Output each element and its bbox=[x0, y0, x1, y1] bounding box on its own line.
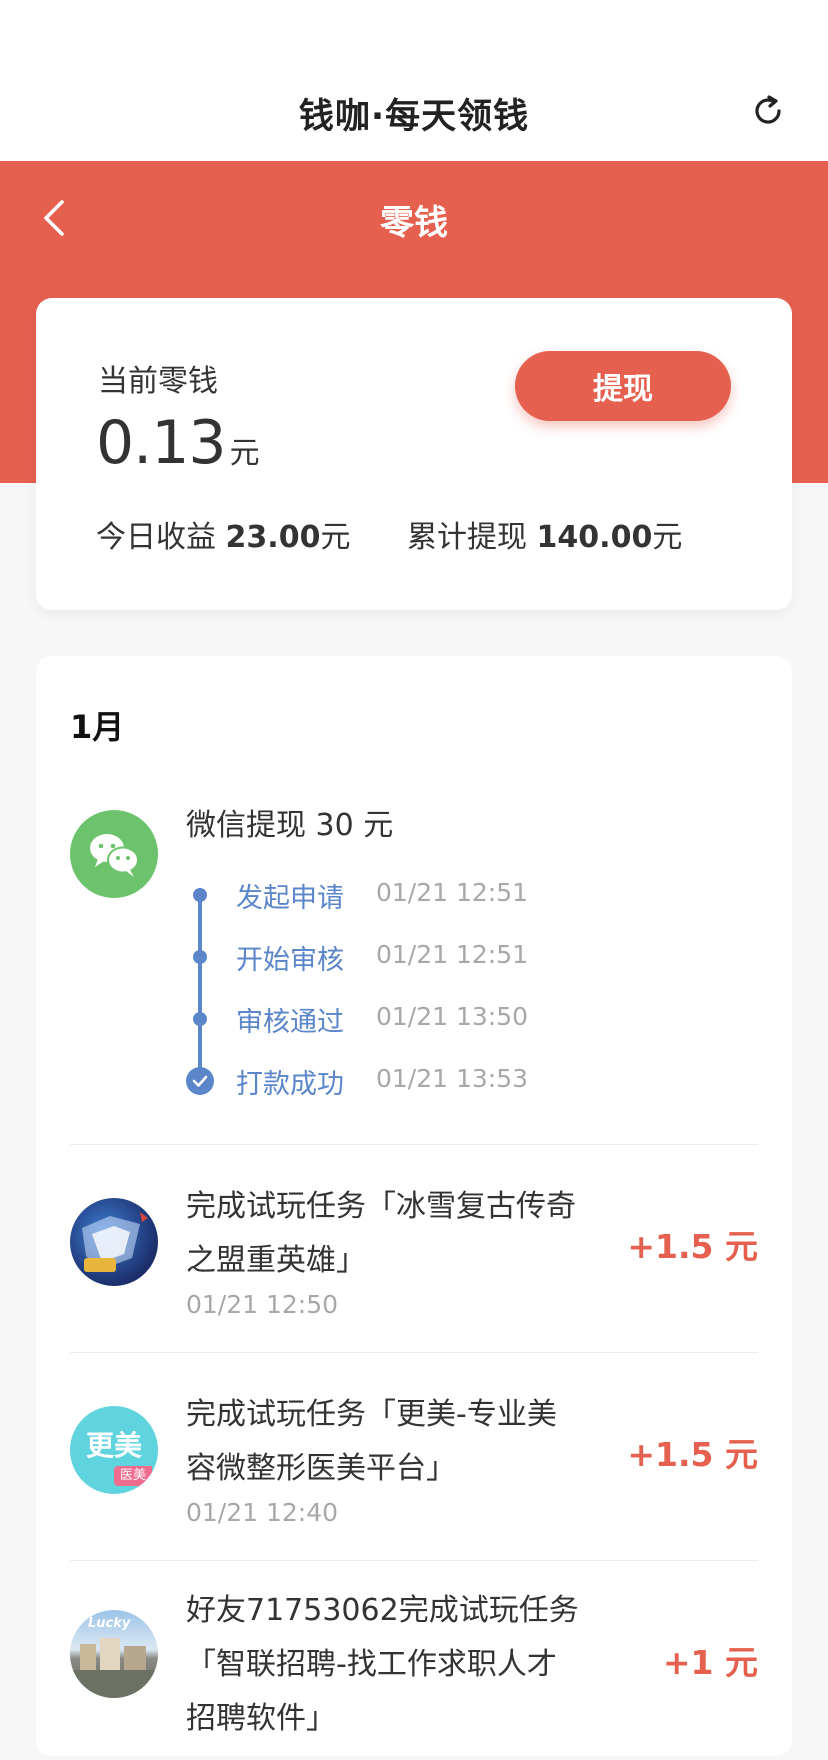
timeline-step: 开始审核 01/21 12:51 bbox=[186, 936, 686, 976]
task-time: 01/21 12:50 bbox=[186, 1290, 339, 1319]
timeline-step: 审核通过 01/21 13:50 bbox=[186, 998, 686, 1038]
task-amount: +1.5 元 bbox=[627, 1227, 758, 1266]
timeline-step-time: 01/21 13:50 bbox=[376, 1002, 529, 1031]
task-title: 完成试玩任务「冰雪复古传奇 之盟重英雄」 bbox=[186, 1180, 586, 1288]
timeline-step-label: 开始审核 bbox=[236, 945, 344, 976]
balance-value: 0.13 bbox=[96, 408, 227, 478]
page-title: 零钱 bbox=[380, 203, 448, 243]
timeline-dot bbox=[193, 1012, 207, 1026]
balance-card: 当前零钱 0.13 元 提现 今日收益 23.00元 累计提现 140.00元 bbox=[36, 298, 792, 610]
timeline-step-label: 审核通过 bbox=[236, 1007, 344, 1038]
total-withdrawn-label: 累计提现 bbox=[407, 520, 527, 555]
task-title-line: 「智联招聘-找工作求职人才 bbox=[186, 1647, 557, 1682]
timeline-line bbox=[198, 892, 202, 1078]
timeline-step-time: 01/21 12:51 bbox=[376, 940, 529, 969]
balance-label: 当前零钱 bbox=[98, 364, 218, 399]
task-title-line: 完成试玩任务「更美-专业美 bbox=[186, 1397, 557, 1432]
month-label: 1月 bbox=[70, 708, 125, 746]
records-card: 1月 微信提现 30 元 发起申请 01/21 12:51 开始审核 01/21… bbox=[36, 656, 792, 1756]
app-bar: 钱咖·每天领钱 bbox=[0, 0, 828, 161]
gengmei-icon: 更美 医美 bbox=[70, 1406, 158, 1494]
today-earnings-value: 23.00 bbox=[225, 520, 321, 555]
balance-unit: 元 bbox=[229, 436, 260, 471]
balance-amount: 0.13 元 bbox=[96, 408, 260, 478]
list-item[interactable]: 更美 医美 完成试玩任务「更美-专业美 容微整形医美平台」 01/21 12:4… bbox=[36, 1352, 792, 1552]
withdrawal-timeline: 发起申请 01/21 12:51 开始审核 01/21 12:51 审核通过 0… bbox=[186, 874, 686, 1134]
withdrawal-title: 微信提现 30 元 bbox=[186, 808, 394, 843]
today-earnings-unit: 元 bbox=[320, 520, 351, 555]
zhilian-icon: Lucky bbox=[70, 1610, 158, 1698]
gengmei-icon-badge: 医美 bbox=[114, 1466, 152, 1486]
timeline-step: 打款成功 01/21 13:53 bbox=[186, 1060, 686, 1100]
wechat-icon bbox=[70, 810, 158, 898]
zhilian-icon-text: Lucky bbox=[88, 1616, 131, 1631]
timeline-step-label: 发起申请 bbox=[236, 883, 344, 914]
app-title: 钱咖·每天领钱 bbox=[298, 97, 530, 137]
timeline-dot bbox=[193, 888, 207, 902]
check-icon bbox=[186, 1067, 214, 1095]
today-earnings-label: 今日收益 bbox=[96, 520, 216, 555]
timeline-dot bbox=[193, 950, 207, 964]
task-title-line: 招聘软件」 bbox=[186, 1701, 336, 1736]
game-icon bbox=[70, 1198, 158, 1286]
gengmei-icon-text: 更美 bbox=[85, 1429, 142, 1462]
timeline-step: 发起申请 01/21 12:51 bbox=[186, 874, 686, 914]
list-item[interactable]: 完成试玩任务「冰雪复古传奇 之盟重英雄」 01/21 12:50 +1.5 元 bbox=[36, 1144, 792, 1344]
total-withdrawn-unit: 元 bbox=[652, 520, 683, 555]
task-amount: +1 元 bbox=[662, 1643, 758, 1682]
task-title-line: 好友71753062完成试玩任务 bbox=[186, 1593, 579, 1628]
task-amount: +1.5 元 bbox=[627, 1435, 758, 1474]
total-withdrawn-value: 140.00 bbox=[536, 520, 653, 555]
refresh-icon[interactable] bbox=[748, 91, 788, 131]
withdraw-button[interactable]: 提现 bbox=[515, 351, 731, 421]
task-title: 完成试玩任务「更美-专业美 容微整形医美平台」 bbox=[186, 1388, 586, 1496]
task-title-line: 容微整形医美平台」 bbox=[186, 1451, 456, 1486]
timeline-step-time: 01/21 12:51 bbox=[376, 878, 529, 907]
today-earnings: 今日收益 23.00元 bbox=[96, 512, 350, 556]
task-title-line: 之盟重英雄」 bbox=[186, 1243, 366, 1278]
total-withdrawn: 累计提现 140.00元 bbox=[407, 512, 682, 556]
timeline-step-time: 01/21 13:53 bbox=[376, 1064, 529, 1093]
list-item[interactable]: Lucky 好友71753062完成试玩任务 「智联招聘-找工作求职人才 招聘软… bbox=[36, 1560, 792, 1760]
task-time: 01/21 12:40 bbox=[186, 1498, 339, 1527]
task-title-line: 完成试玩任务「冰雪复古传奇 bbox=[186, 1189, 576, 1224]
timeline-step-label: 打款成功 bbox=[236, 1069, 344, 1100]
